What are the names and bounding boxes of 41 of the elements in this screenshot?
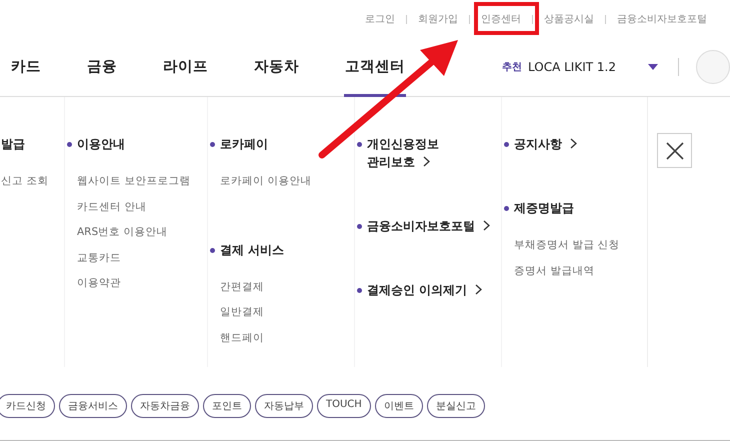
menu-link[interactable]: 신고 조회 bbox=[1, 169, 64, 194]
tag-chip[interactable]: 자동차금융 bbox=[131, 394, 199, 418]
menu-link[interactable]: 간편결제 bbox=[220, 274, 354, 300]
menu-heading[interactable]: 개인신용정보 관리보호 bbox=[367, 135, 459, 171]
menu-heading[interactable]: 로카페이 bbox=[220, 135, 268, 153]
tag-chip[interactable]: 포인트 bbox=[203, 394, 251, 418]
menu-heading[interactable]: 이용안내 bbox=[77, 135, 125, 153]
menu-heading[interactable]: 공지사항 bbox=[514, 135, 577, 153]
tag-chip[interactable]: 카드신청 bbox=[0, 394, 55, 418]
menu-link[interactable]: 일반결제 bbox=[220, 300, 354, 326]
menu-link[interactable]: 부채증명서 발급 신청 bbox=[514, 233, 647, 258]
tag-chip[interactable]: 금융서비스 bbox=[59, 394, 127, 418]
menu-heading[interactable]: 결제 서비스 bbox=[220, 240, 284, 258]
utility-link[interactable]: 회원가입 bbox=[407, 12, 469, 26]
utility-link[interactable]: 금융소비자보호포털 bbox=[606, 12, 718, 26]
menu-heading[interactable]: 제증명발급 bbox=[514, 199, 574, 217]
nav-tab[interactable]: 고객센터 bbox=[344, 38, 406, 97]
menu-link[interactable]: 핸드페이 bbox=[220, 326, 354, 351]
tag-chip[interactable]: TOUCH bbox=[317, 394, 371, 418]
tag-chip[interactable]: 이벤트 bbox=[374, 394, 423, 418]
utility-link[interactable]: 상품공시실 bbox=[533, 12, 605, 26]
menu-link[interactable]: 이용약관 bbox=[77, 271, 207, 296]
menu-link[interactable]: 웹사이트 보안프로그램 bbox=[77, 169, 207, 194]
nav-tab[interactable]: 카드 bbox=[10, 38, 42, 97]
recommend-value[interactable]: LOCA LIKIT 1.2 bbox=[528, 60, 648, 74]
menu-link[interactable]: 증명서 발급내역 bbox=[514, 258, 647, 284]
nav-tab[interactable]: 라이프 bbox=[162, 38, 209, 97]
menu-heading[interactable]: 금융소비자보호포털 bbox=[367, 217, 490, 235]
menu-link[interactable]: 로카페이 이용안내 bbox=[220, 169, 354, 194]
menu-heading[interactable]: 발급 bbox=[1, 135, 25, 153]
recommend-label: 추천 bbox=[502, 61, 522, 74]
tag-chip[interactable]: 분실신고 bbox=[426, 394, 485, 418]
utility-link[interactable]: 인증센터 bbox=[470, 12, 532, 26]
menu-link[interactable]: 카드센터 안내 bbox=[77, 194, 207, 220]
nav-tab[interactable]: 자동차 bbox=[253, 38, 300, 97]
menu-link[interactable]: 교통카드 bbox=[77, 246, 207, 271]
utility-link[interactable]: 로그인 bbox=[354, 12, 406, 26]
menu-link[interactable]: ARS번호 이용안내 bbox=[77, 220, 207, 246]
menu-heading[interactable]: 결제승인 이의제기 bbox=[367, 281, 482, 299]
tag-chip[interactable]: 자동납부 bbox=[255, 394, 313, 418]
nav-tab[interactable]: 금융 bbox=[86, 38, 118, 97]
